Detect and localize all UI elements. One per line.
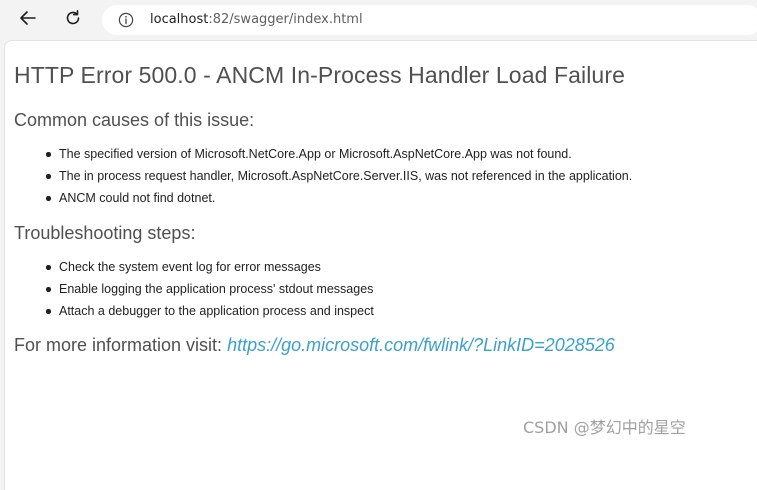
arrow-left-icon xyxy=(18,8,38,32)
reload-button[interactable] xyxy=(60,7,86,33)
reload-icon xyxy=(63,8,83,32)
url-host: localhost xyxy=(150,12,209,27)
list-item: Check the system event log for error mes… xyxy=(29,259,374,281)
url-path: :82/swagger/index.html xyxy=(208,12,363,27)
more-info-label: For more information visit: xyxy=(14,335,228,355)
list-item: Attach a debugger to the application pro… xyxy=(29,303,374,325)
url-text[interactable]: localhost:82/swagger/index.html xyxy=(150,12,363,27)
list-item: The specified version of Microsoft.NetCo… xyxy=(29,146,632,168)
address-bar[interactable]: localhost:82/swagger/index.html xyxy=(102,5,757,35)
causes-list: The specified version of Microsoft.NetCo… xyxy=(29,146,632,212)
browser-toolbar: localhost:82/swagger/index.html xyxy=(0,0,757,40)
watermark: CSDN @梦幻中的星空 xyxy=(523,418,686,437)
causes-heading: Common causes of this issue: xyxy=(14,110,255,130)
more-info-link[interactable]: https://go.microsoft.com/fwlink/?LinkID=… xyxy=(227,335,615,355)
site-info-icon[interactable] xyxy=(118,12,134,28)
steps-list: Check the system event log for error mes… xyxy=(29,259,374,325)
list-item: Enable logging the application process' … xyxy=(29,281,374,303)
steps-heading: Troubleshooting steps: xyxy=(14,223,196,243)
more-info: For more information visit: https://go.m… xyxy=(14,335,615,356)
page-title: HTTP Error 500.0 - ANCM In-Process Handl… xyxy=(14,62,625,88)
list-item: ANCM could not find dotnet. xyxy=(29,190,632,212)
list-item: The in process request handler, Microsof… xyxy=(29,168,632,190)
back-button[interactable] xyxy=(15,7,41,33)
